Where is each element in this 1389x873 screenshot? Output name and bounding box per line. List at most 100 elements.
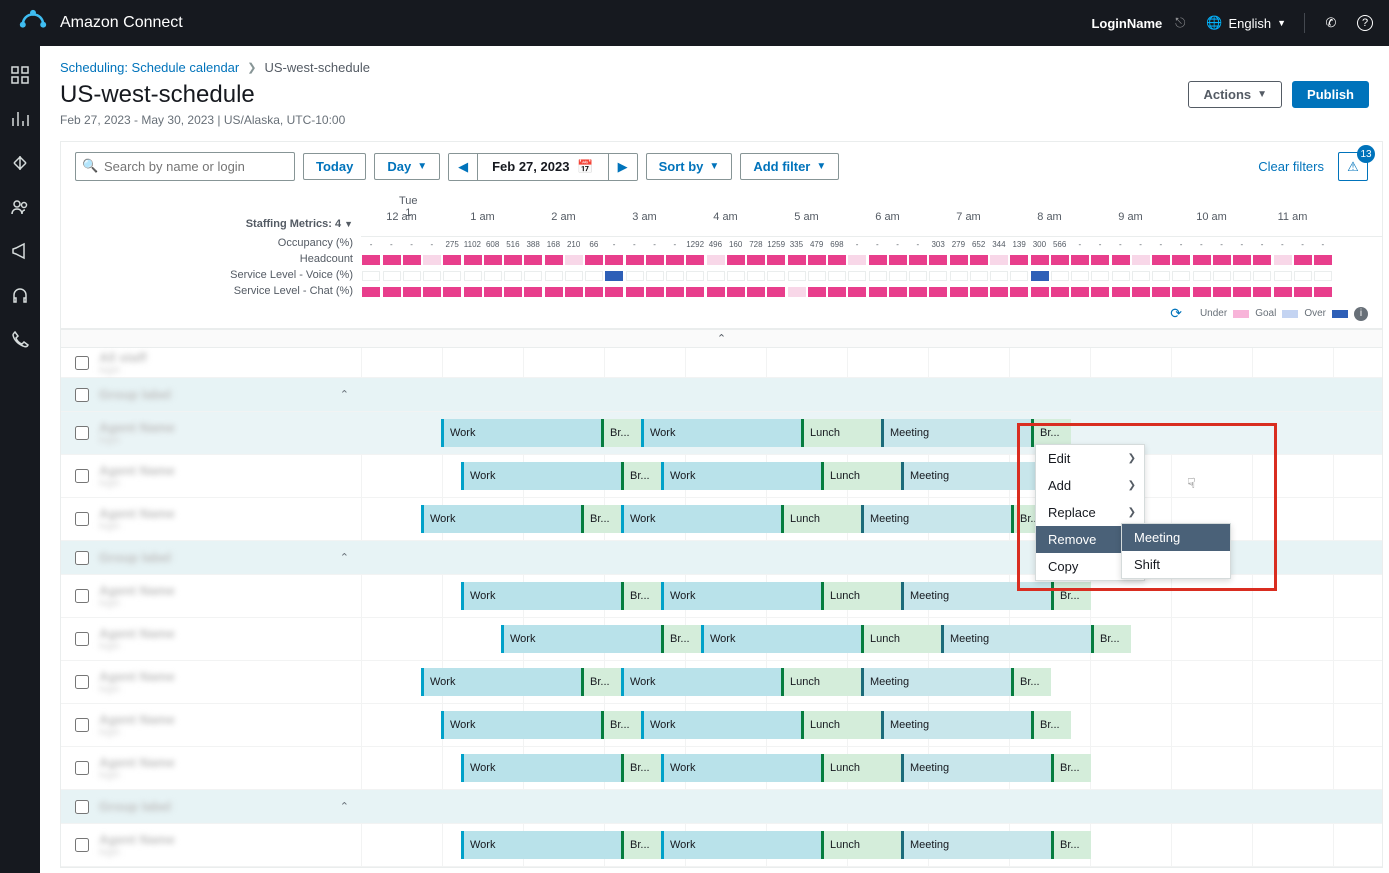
agent-lane[interactable]: WorkBr...WorkLunchMeetingBr... [361, 412, 1382, 454]
shift-segment-work[interactable]: Work [661, 831, 821, 859]
shift-segment-meeting[interactable]: Meeting [901, 462, 1051, 490]
agent-lane[interactable]: WorkBr...WorkLunchMeetingBr... [361, 455, 1382, 497]
row-checkbox[interactable] [75, 551, 89, 565]
nav-phone-icon[interactable] [11, 330, 29, 348]
group-row[interactable]: Group label⌃ [61, 378, 1382, 412]
shift-segment-meeting[interactable]: Meeting [901, 754, 1051, 782]
agent-lane[interactable]: WorkBr...WorkLunchMeetingBr... [361, 575, 1382, 617]
sort-button[interactable]: Sort by▼ [646, 153, 733, 180]
shift-segment-work[interactable]: Work [421, 668, 581, 696]
staffing-metrics-selector[interactable]: Staffing Metrics: 4▼ [61, 218, 361, 230]
shift-segment-meeting[interactable]: Meeting [901, 582, 1051, 610]
shift-segment-work[interactable]: Work [461, 462, 621, 490]
publish-button[interactable]: Publish [1292, 81, 1369, 108]
shift-segment-break[interactable]: Br... [601, 711, 641, 739]
date-display[interactable]: Feb 27, 2023📅 [477, 154, 609, 180]
breadcrumb-parent-link[interactable]: Scheduling: Schedule calendar [60, 60, 239, 75]
shift-segment-work[interactable]: Work [661, 462, 821, 490]
shift-segment-break[interactable]: Br... [581, 505, 621, 533]
group-toggle[interactable]: ⌃ [340, 800, 349, 813]
shift-segment-meeting[interactable]: Meeting [861, 505, 1011, 533]
shift-segment-break[interactable]: Br... [1051, 831, 1091, 859]
collapse-toggle[interactable]: ⌃ [61, 329, 1382, 348]
row-checkbox[interactable] [75, 512, 89, 526]
nav-analytics-icon[interactable] [11, 110, 29, 128]
clear-filters-link[interactable]: Clear filters [1258, 159, 1324, 174]
agent-lane[interactable]: WorkBr...WorkLunchMeetingBr... [361, 661, 1382, 703]
ctx-replace[interactable]: Replace❯ [1036, 499, 1144, 526]
shift-segment-break[interactable]: Br... [1011, 668, 1051, 696]
shift-segment-break[interactable]: Br... [621, 831, 661, 859]
refresh-icon[interactable]: ⟳ [1170, 305, 1182, 322]
date-next-button[interactable]: ▶ [609, 154, 637, 180]
shift-segment-lunch[interactable]: Lunch [821, 754, 901, 782]
shift-segment-work[interactable]: Work [441, 419, 601, 447]
row-checkbox[interactable] [75, 589, 89, 603]
group-row[interactable]: Group label⌃ [61, 790, 1382, 824]
shift-segment-break[interactable]: Br... [1031, 711, 1071, 739]
info-icon[interactable]: i [1354, 307, 1368, 321]
shift-segment-work[interactable]: Work [461, 831, 621, 859]
shift-segment-lunch[interactable]: Lunch [821, 831, 901, 859]
row-checkbox[interactable] [75, 469, 89, 483]
filter-button[interactable]: Add filter▼ [740, 153, 839, 180]
view-selector[interactable]: Day▼ [374, 153, 440, 180]
shift-segment-break[interactable]: Br... [1051, 754, 1091, 782]
nav-dashboard-icon[interactable] [11, 66, 29, 84]
shift-segment-meeting[interactable]: Meeting [881, 419, 1031, 447]
shift-segment-work[interactable]: Work [621, 668, 781, 696]
shift-segment-break[interactable]: Br... [601, 419, 641, 447]
shift-segment-break[interactable]: Br... [1031, 419, 1071, 447]
shift-segment-work[interactable]: Work [621, 505, 781, 533]
shift-segment-meeting[interactable]: Meeting [941, 625, 1091, 653]
shift-segment-break[interactable]: Br... [621, 462, 661, 490]
nav-headset-icon[interactable] [11, 286, 29, 304]
shift-segment-lunch[interactable]: Lunch [781, 668, 861, 696]
login-name[interactable]: LoginName [1091, 16, 1162, 31]
shift-segment-break[interactable]: Br... [621, 754, 661, 782]
agent-lane[interactable]: WorkBr...WorkLunchMeetingBr... [361, 747, 1382, 789]
shift-segment-lunch[interactable]: Lunch [781, 505, 861, 533]
ctx-add[interactable]: Add❯ [1036, 472, 1144, 499]
row-checkbox[interactable] [75, 838, 89, 852]
shift-segment-work[interactable]: Work [421, 505, 581, 533]
nav-users-icon[interactable] [11, 198, 29, 216]
group-toggle[interactable]: ⌃ [340, 388, 349, 401]
row-checkbox[interactable] [75, 632, 89, 646]
ctx-edit[interactable]: Edit❯ [1036, 445, 1144, 472]
shift-segment-meeting[interactable]: Meeting [881, 711, 1031, 739]
shift-segment-work[interactable]: Work [461, 754, 621, 782]
shift-segment-work[interactable]: Work [641, 419, 801, 447]
shift-segment-work[interactable]: Work [441, 711, 601, 739]
shift-segment-break[interactable]: Br... [581, 668, 621, 696]
shift-segment-meeting[interactable]: Meeting [901, 831, 1051, 859]
shift-segment-break[interactable]: Br... [661, 625, 701, 653]
shift-segment-work[interactable]: Work [501, 625, 661, 653]
language-selector[interactable]: 🌐 English ▼ [1206, 15, 1286, 31]
agent-lane[interactable]: WorkBr...WorkLunchMeetingBr... [361, 618, 1382, 660]
row-checkbox[interactable] [75, 675, 89, 689]
agent-lane[interactable]: WorkBr...WorkLunchMeetingBr... [361, 824, 1382, 866]
today-button[interactable]: Today [303, 153, 366, 180]
shift-segment-lunch[interactable]: Lunch [821, 462, 901, 490]
row-checkbox[interactable] [75, 800, 89, 814]
shift-segment-break[interactable]: Br... [1051, 582, 1091, 610]
shift-segment-work[interactable]: Work [461, 582, 621, 610]
shift-segment-lunch[interactable]: Lunch [801, 711, 881, 739]
actions-button[interactable]: Actions▼ [1188, 81, 1282, 108]
warning-badge[interactable]: ⚠ 13 [1338, 152, 1368, 181]
agent-lane[interactable]: WorkBr...WorkLunchMeetingBr... [361, 704, 1382, 746]
row-checkbox[interactable] [75, 426, 89, 440]
shift-segment-work[interactable]: Work [661, 754, 821, 782]
shift-segment-break[interactable]: Br... [1091, 625, 1131, 653]
shift-segment-work[interactable]: Work [701, 625, 861, 653]
date-prev-button[interactable]: ◀ [449, 154, 477, 180]
help-icon[interactable]: ? [1357, 15, 1373, 31]
row-checkbox[interactable] [75, 761, 89, 775]
row-checkbox[interactable] [75, 388, 89, 402]
row-checkbox[interactable] [75, 718, 89, 732]
row-checkbox[interactable] [75, 356, 89, 370]
shift-segment-lunch[interactable]: Lunch [861, 625, 941, 653]
logout-icon[interactable]: ⎋ [1172, 15, 1188, 31]
shift-segment-break[interactable]: Br... [621, 582, 661, 610]
